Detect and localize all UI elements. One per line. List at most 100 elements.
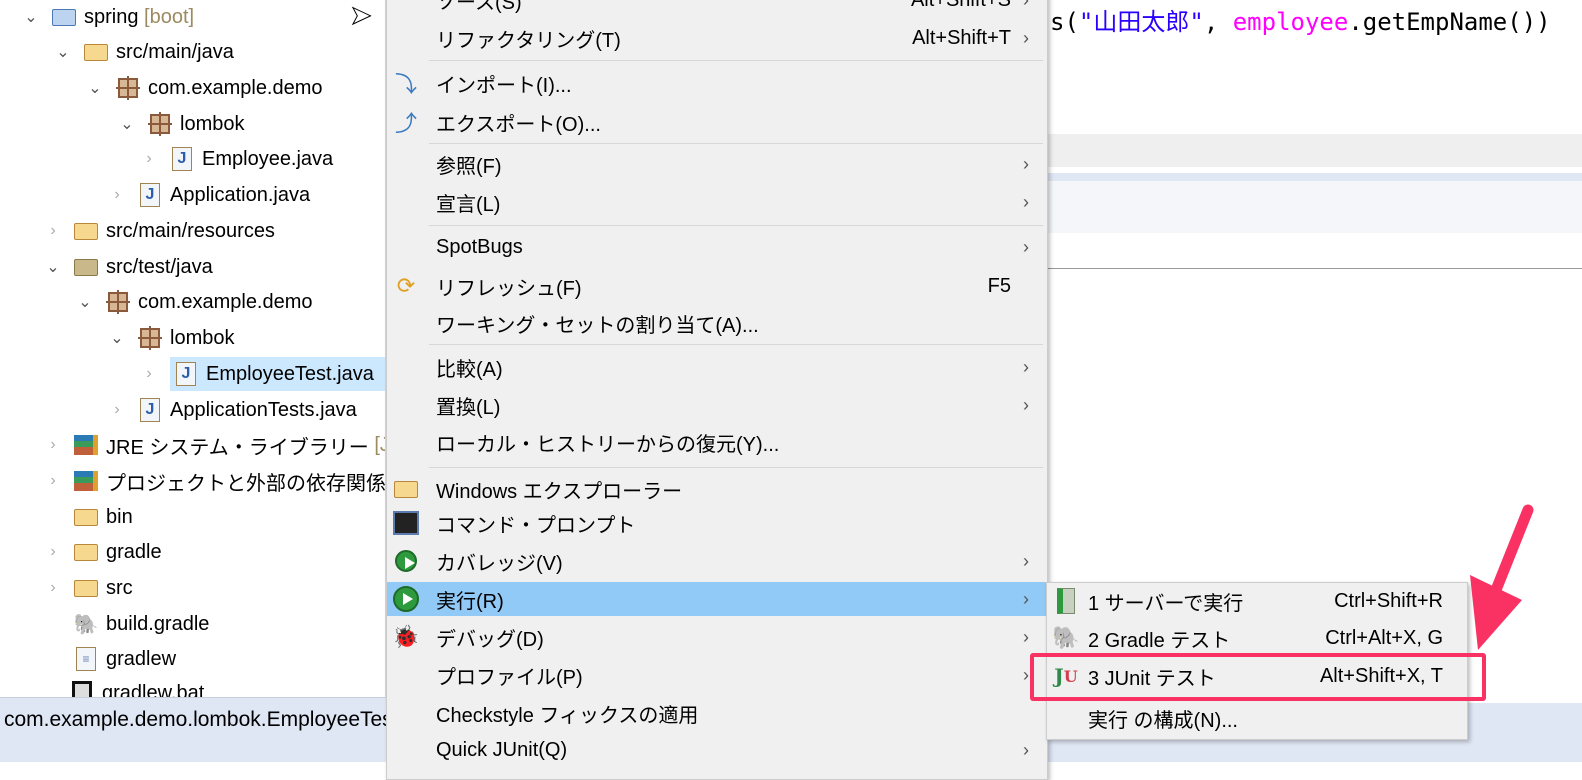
menu-item-replace[interactable]: 置換(L) › bbox=[387, 388, 1047, 422]
menu-shortcut: Alt+Shift+S bbox=[911, 0, 1011, 12]
chevron-right-icon[interactable]: › bbox=[44, 543, 62, 561]
tree-item[interactable]: 🐘 build.gradle bbox=[73, 607, 210, 641]
tree-item[interactable]: ⌄ lombok bbox=[118, 107, 244, 141]
chevron-right-icon: › bbox=[1023, 153, 1029, 174]
tree-item-project[interactable]: ⌄ spring [boot] bbox=[22, 0, 194, 34]
tree-item[interactable]: ⌄ com.example.demo bbox=[76, 285, 313, 319]
context-menu[interactable]: ソース(S) Alt+Shift+S › リファクタリング(T) Alt+Shift+… bbox=[386, 0, 1048, 780]
menu-item-refresh[interactable]: ⟳ リフレッシュ(F) F5 bbox=[387, 269, 1047, 303]
tree-item[interactable]: bin bbox=[74, 500, 133, 534]
tree-label: gradlew bbox=[106, 647, 177, 670]
tree-item[interactable]: › プロジェクトと外部の依存関係 bbox=[44, 464, 385, 498]
chevron-down-icon[interactable]: ⌄ bbox=[76, 292, 94, 312]
chevron-down-icon[interactable]: ⌄ bbox=[86, 78, 104, 98]
menu-separator bbox=[429, 225, 1043, 226]
tree-label: com.example.demo bbox=[138, 290, 313, 313]
code-line: s("山田太郎", employee.getEmpName()) bbox=[1050, 8, 1551, 36]
menu-item-profile[interactable]: プロファイル(P) › bbox=[387, 658, 1047, 692]
menu-label: リファクタリング(T) bbox=[436, 29, 621, 52]
menu-item-debug[interactable]: 🐞 デバッグ(D) › bbox=[387, 620, 1047, 654]
chevron-right-icon[interactable]: › bbox=[44, 579, 62, 597]
menu-item-declarations[interactable]: 宣言(L) › bbox=[387, 185, 1047, 219]
menu-label: 参照(F) bbox=[436, 155, 502, 178]
source-folder-icon bbox=[74, 220, 98, 242]
submenu-item-run-on-server[interactable]: 1 サーバーで実行 Ctrl+Shift+R bbox=[1047, 584, 1467, 618]
package-explorer[interactable]: ⌄ spring [boot] ⌄ src/main/java ⌄ com.examp… bbox=[0, 0, 387, 697]
chevron-right-icon[interactable]: › bbox=[108, 401, 126, 419]
source-folder-icon bbox=[84, 41, 108, 63]
chevron-down-icon[interactable]: ⌄ bbox=[108, 328, 126, 348]
tree-item-selected[interactable]: › J EmployeeTest.java bbox=[140, 357, 385, 391]
menu-label: ソース(S) bbox=[436, 0, 522, 14]
menu-label: Quick JUnit(Q) bbox=[436, 738, 568, 761]
menu-item-checkstyle-fix[interactable]: Checkstyle フィックスの適用 bbox=[387, 696, 1047, 730]
chevron-right-icon[interactable]: › bbox=[140, 365, 158, 383]
tree-item[interactable]: › J Employee.java bbox=[140, 142, 333, 176]
chevron-right-icon: › bbox=[1023, 394, 1029, 415]
menu-shortcut: Alt+Shift+T bbox=[912, 26, 1011, 49]
tree-label: bin bbox=[106, 505, 133, 528]
menu-item-import[interactable]: ⤵ インポート(I)... bbox=[387, 66, 1047, 100]
menu-item-local-history[interactable]: ローカル・ヒストリーからの復元(Y)... bbox=[387, 425, 1047, 459]
menu-item-windows-explorer[interactable]: Windows エクスプローラー bbox=[387, 472, 1047, 506]
chevron-right-icon[interactable]: › bbox=[140, 150, 158, 168]
tree-label: build.gradle bbox=[106, 612, 210, 635]
menu-item-command-prompt[interactable]: コマンド・プロンプト bbox=[387, 506, 1047, 540]
batch-file-icon bbox=[70, 681, 94, 697]
tree-label: src/main/resources bbox=[106, 219, 275, 242]
chevron-right-icon[interactable]: › bbox=[108, 186, 126, 204]
chevron-down-icon[interactable]: ⌄ bbox=[22, 7, 40, 27]
tree-item[interactable]: ⌄ src/main/java bbox=[54, 35, 234, 69]
submenu-item-run-configurations[interactable]: 実行 の構成(N)... bbox=[1047, 701, 1467, 735]
menu-separator bbox=[429, 467, 1043, 468]
server-run-icon bbox=[1051, 586, 1081, 616]
menu-item-run[interactable]: 実行(R) › bbox=[387, 582, 1047, 616]
menu-item-spotbugs[interactable]: SpotBugs › bbox=[387, 230, 1047, 264]
explorer-folder-icon bbox=[391, 474, 421, 504]
menu-label: リフレッシュ(F) bbox=[436, 277, 582, 300]
tree-item[interactable]: › gradle bbox=[44, 535, 161, 569]
tree-label: src bbox=[106, 576, 133, 599]
chevron-down-icon[interactable]: ⌄ bbox=[54, 42, 72, 62]
chevron-right-icon: › bbox=[1023, 588, 1029, 609]
import-icon: ⤵ bbox=[394, 72, 417, 97]
chevron-down-icon[interactable]: ⌄ bbox=[118, 114, 136, 134]
tree-item[interactable]: ⌄ com.example.demo bbox=[86, 71, 323, 105]
menu-label: 置換(L) bbox=[436, 396, 501, 419]
menu-item-references[interactable]: 参照(F) › bbox=[387, 147, 1047, 181]
selection-highlight: J EmployeeTest.java bbox=[170, 357, 385, 391]
tree-item[interactable]: › src bbox=[44, 571, 133, 605]
submenu-item-gradle-test[interactable]: 🐘 2 Gradle テスト Ctrl+Alt+X, G bbox=[1047, 621, 1467, 655]
tree-item[interactable]: ⌄ lombok bbox=[108, 321, 234, 355]
java-file-icon: J bbox=[138, 183, 162, 207]
menu-item-refactor[interactable]: リファクタリング(T) Alt+Shift+T › bbox=[387, 21, 1047, 55]
menu-label: 実行 の構成(N)... bbox=[1088, 709, 1238, 732]
gradle-elephant-icon: 🐘 bbox=[73, 613, 99, 636]
tree-item[interactable]: › src/main/resources bbox=[44, 214, 275, 248]
chevron-right-icon: › bbox=[1023, 191, 1029, 212]
tree-item[interactable]: ⌄ src/test/java bbox=[44, 250, 212, 284]
menu-item-coverage[interactable]: カバレッジ(V) › bbox=[387, 544, 1047, 578]
tree-label: lombok bbox=[170, 326, 235, 349]
menu-item-source[interactable]: ソース(S) Alt+Shift+S › bbox=[387, 0, 1047, 17]
status-bar: com.example.demo.lombok.EmployeeTest bbox=[0, 697, 387, 762]
menu-item-export[interactable]: ⤴ エクスポート(O)... bbox=[387, 105, 1047, 139]
menu-label: 1 サーバーで実行 bbox=[1088, 592, 1244, 615]
chevron-right-icon[interactable]: › bbox=[44, 472, 62, 490]
chevron-right-icon[interactable]: › bbox=[44, 436, 62, 454]
chevron-right-icon: › bbox=[1023, 27, 1029, 48]
coverage-icon bbox=[391, 546, 421, 576]
tree-item[interactable]: › J ApplicationTests.java bbox=[108, 393, 357, 427]
menu-item-compare[interactable]: 比較(A) › bbox=[387, 350, 1047, 384]
menu-label: インポート(I)... bbox=[436, 74, 572, 97]
run-icon bbox=[391, 584, 421, 614]
package-icon bbox=[148, 112, 172, 136]
chevron-down-icon[interactable]: ⌄ bbox=[44, 257, 62, 277]
menu-item-working-set[interactable]: ワーキング・セットの割り当て(A)... bbox=[387, 306, 1047, 340]
tree-item[interactable]: › J Application.java bbox=[108, 178, 310, 212]
tree-item[interactable]: ≡ gradlew bbox=[74, 642, 176, 676]
tree-item[interactable]: gradlew.bat bbox=[70, 676, 204, 697]
tree-item[interactable]: ›JRE システム・ライブラリー [Java bbox=[44, 428, 385, 462]
chevron-right-icon[interactable]: › bbox=[44, 222, 62, 240]
chevron-right-icon: › bbox=[1023, 739, 1029, 760]
